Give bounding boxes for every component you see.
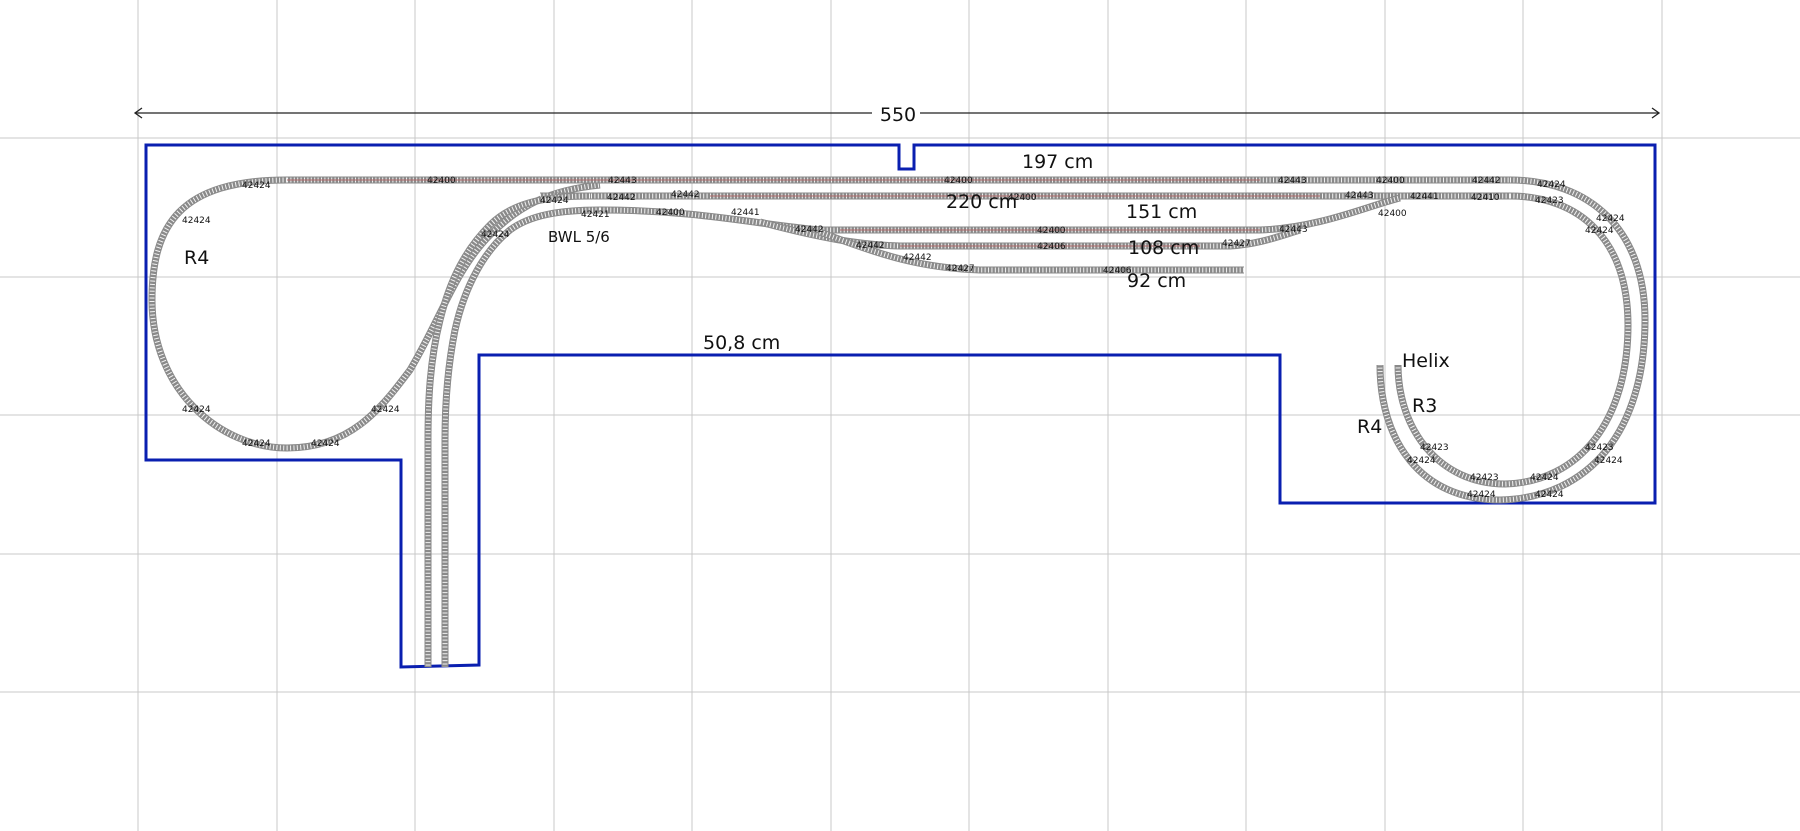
layout-plan-canvas: 550 197 cm 220 cm 151 cm 108 cm 92 cm 50…	[0, 0, 1800, 831]
part-number: 42400	[1037, 226, 1066, 236]
part-number: 42443	[1278, 176, 1307, 186]
siding-length-92: 92 cm	[1127, 270, 1186, 292]
part-number: 42442	[795, 225, 824, 235]
part-number: 42424	[540, 196, 569, 206]
part-number: 42410	[1471, 193, 1500, 203]
part-number: 42424	[1585, 226, 1614, 236]
track-right-loop-inner	[1394, 192, 1632, 488]
part-number: 42423	[1585, 443, 1614, 453]
part-number: 42400	[1376, 176, 1405, 186]
part-number: 42424	[1535, 490, 1564, 500]
dimension-50-8: 50,8 cm	[703, 332, 780, 354]
part-number: 42424	[371, 405, 400, 415]
part-number: 42427	[946, 264, 975, 274]
siding-length-197: 197 cm	[1022, 151, 1093, 173]
part-number: 42423	[1470, 473, 1499, 483]
track-plan	[148, 176, 1649, 667]
part-number: 42421	[581, 210, 610, 220]
part-number: 42400	[944, 176, 973, 186]
part-number: 42406	[1037, 242, 1066, 252]
part-number: 42424	[311, 439, 340, 449]
part-number: 42442	[1472, 176, 1501, 186]
part-number: 42424	[242, 181, 271, 191]
radius-label-helix-inner: R3	[1412, 395, 1437, 417]
part-number: 42443	[608, 176, 637, 186]
track-branch-descent-b	[441, 206, 601, 667]
part-number: 42423	[1535, 196, 1564, 206]
part-number: 42400	[1008, 193, 1037, 203]
siding-length-220: 220 cm	[946, 191, 1017, 213]
part-number: 42424	[1596, 214, 1625, 224]
part-number: 42400	[1378, 209, 1407, 219]
part-number-labels: 42424 42424 42424 42424 42424 42424 4242…	[182, 176, 1625, 500]
part-number: 42441	[1410, 192, 1439, 202]
part-number: 42424	[1467, 490, 1496, 500]
radius-label-left-loop: R4	[184, 247, 209, 269]
part-number: 42424	[242, 439, 271, 449]
radius-label-helix-outer: R4	[1357, 416, 1382, 438]
part-number: 42424	[182, 405, 211, 415]
part-number: 42442	[903, 253, 932, 263]
part-number: 42443	[1345, 191, 1374, 201]
label-helix: Helix	[1402, 350, 1450, 372]
part-number: 42427	[1222, 239, 1251, 249]
part-number: 42424	[1530, 473, 1559, 483]
part-number: 42442	[671, 190, 700, 200]
part-number: 42443	[1279, 225, 1308, 235]
siding-length-151: 151 cm	[1126, 201, 1197, 223]
part-number: 42424	[481, 230, 510, 240]
part-number: 42400	[656, 208, 685, 218]
part-number: 42424	[1537, 180, 1566, 190]
track-branch-descent-a	[424, 192, 591, 667]
overall-dimension-label: 550	[880, 104, 916, 126]
part-number: 42442	[856, 241, 885, 251]
label-bwl: BWL 5/6	[548, 228, 610, 246]
part-number: 42423	[1420, 443, 1449, 453]
part-number: 42441	[731, 208, 760, 218]
part-number: 42406	[1103, 266, 1132, 276]
siding-length-108: 108 cm	[1128, 237, 1199, 259]
part-number: 42442	[607, 193, 636, 203]
part-number: 42424	[1594, 456, 1623, 466]
part-number: 42424	[1407, 456, 1436, 466]
part-number: 42400	[427, 176, 456, 186]
part-number: 42424	[182, 216, 211, 226]
